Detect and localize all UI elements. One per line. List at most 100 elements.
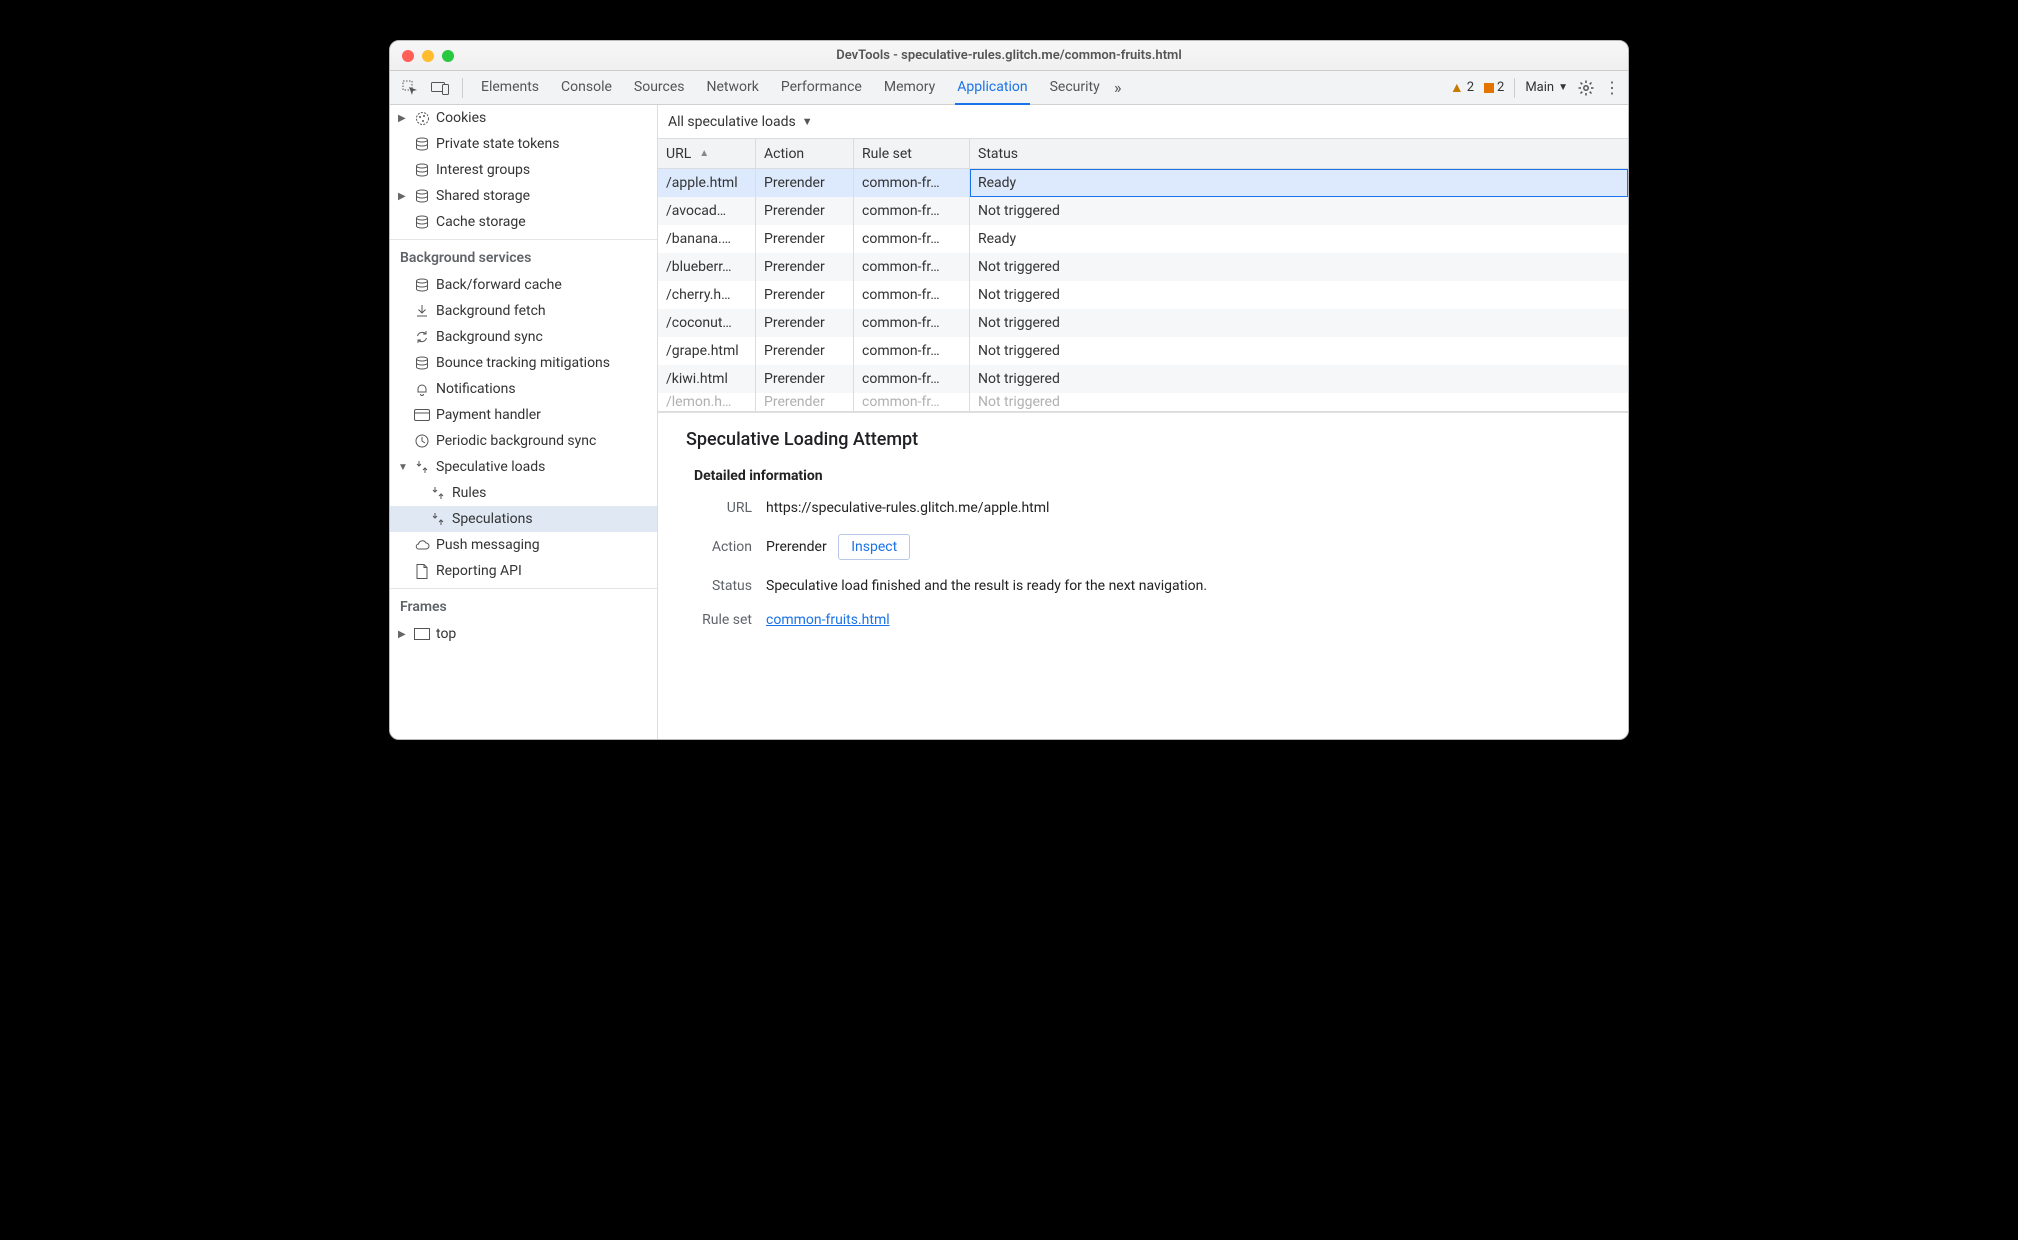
window-minimize-button[interactable] <box>422 50 434 62</box>
tab-sources[interactable]: Sources <box>632 71 687 104</box>
more-options-icon[interactable]: ⋮ <box>1604 78 1618 97</box>
column-header-action[interactable]: Action <box>756 139 854 168</box>
sidebar-item-label: Push messaging <box>436 537 540 553</box>
speculations-panel: All speculative loads ▼ URL ▲ Action Rul… <box>658 105 1628 739</box>
table-row[interactable]: /kiwi.htmlPrerendercommon-fr…Not trigger… <box>658 365 1628 393</box>
sidebar-item-speculations[interactable]: Speculations <box>390 506 657 532</box>
tab-application[interactable]: Application <box>955 71 1029 105</box>
sidebar-item-label: Periodic background sync <box>436 433 596 449</box>
sidebar-item-speculative-loads[interactable]: ▼Speculative loads <box>390 454 657 480</box>
cell-url: /apple.html <box>658 169 756 197</box>
sidebar-item-push-messaging[interactable]: Push messaging <box>390 532 657 558</box>
detail-subheading: Detailed information <box>694 468 1600 484</box>
tab-network[interactable]: Network <box>705 71 761 104</box>
detail-ruleset-link[interactable]: common-fruits.html <box>766 612 890 628</box>
card-icon <box>414 407 430 423</box>
table-row[interactable]: /lemon.h…Prerendercommon-fr…Not triggere… <box>658 393 1628 411</box>
column-header-url[interactable]: URL ▲ <box>658 139 756 168</box>
sidebar-item-periodic-background-sync[interactable]: Periodic background sync <box>390 428 657 454</box>
inspect-button[interactable]: Inspect <box>838 534 910 560</box>
inspect-element-icon[interactable] <box>396 76 424 100</box>
table-row[interactable]: /blueberr…Prerendercommon-fr…Not trigger… <box>658 253 1628 281</box>
cell-action: Prerender <box>756 253 854 281</box>
cloud-icon <box>414 537 430 553</box>
sidebar-item-label: Speculations <box>452 511 533 527</box>
expand-arrow-icon: ▶ <box>398 191 408 202</box>
spec-icon <box>430 485 446 501</box>
cell-status: Not triggered <box>970 309 1628 337</box>
sidebar-heading-frames: Frames <box>390 589 657 621</box>
tab-security[interactable]: Security <box>1048 71 1102 104</box>
sidebar-item-reporting-api[interactable]: Reporting API <box>390 558 657 584</box>
table-row[interactable]: /cherry.h…Prerendercommon-fr…Not trigger… <box>658 281 1628 309</box>
sidebar-item-payment-handler[interactable]: Payment handler <box>390 402 657 428</box>
cell-url: /banana.… <box>658 225 756 253</box>
sidebar-item-notifications[interactable]: Notifications <box>390 376 657 402</box>
cell-ruleset: common-fr… <box>854 393 970 411</box>
sidebar-item-shared-storage[interactable]: ▶Shared storage <box>390 183 657 209</box>
target-context-label: Main <box>1525 80 1554 95</box>
db-icon <box>414 214 430 230</box>
more-tabs-button[interactable]: » <box>1104 76 1132 100</box>
panel-tabstrip: Elements Console Sources Network Performance… <box>390 71 1628 105</box>
cell-status: Not triggered <box>970 281 1628 309</box>
sidebar-item-label: Payment handler <box>436 407 541 423</box>
expand-arrow-icon: ▶ <box>398 629 408 640</box>
window-close-button[interactable] <box>402 50 414 62</box>
table-row[interactable]: /grape.htmlPrerendercommon-fr…Not trigge… <box>658 337 1628 365</box>
settings-gear-icon[interactable] <box>1578 80 1594 96</box>
cell-status: Not triggered <box>970 337 1628 365</box>
sidebar-item-cache-storage[interactable]: Cache storage <box>390 209 657 235</box>
table-header-row: URL ▲ Action Rule set Status <box>658 139 1628 169</box>
warnings-indicator[interactable]: ▲ 2 <box>1450 79 1474 96</box>
column-header-ruleset[interactable]: Rule set <box>854 139 970 168</box>
warnings-count: 2 <box>1467 80 1474 95</box>
sidebar-item-interest-groups[interactable]: Interest groups <box>390 157 657 183</box>
sidebar-item-background-sync[interactable]: Background sync <box>390 324 657 350</box>
cell-url: /grape.html <box>658 337 756 365</box>
divider <box>1514 78 1515 98</box>
spec-icon <box>414 459 430 475</box>
speculations-table: URL ▲ Action Rule set Status /apple.html… <box>658 139 1628 412</box>
tab-elements[interactable]: Elements <box>479 71 541 104</box>
sidebar-item-label: Back/forward cache <box>436 277 562 293</box>
sidebar-item-rules[interactable]: Rules <box>390 480 657 506</box>
window-zoom-button[interactable] <box>442 50 454 62</box>
fetch-icon <box>414 303 430 319</box>
cell-status: Not triggered <box>970 393 1628 411</box>
target-context-dropdown[interactable]: Main ▼ <box>1525 80 1568 95</box>
cell-ruleset: common-fr… <box>854 337 970 365</box>
warning-icon: ▲ <box>1450 79 1464 96</box>
detail-url-label: URL <box>694 500 752 516</box>
speculations-filter-dropdown[interactable]: All speculative loads ▼ <box>658 105 1628 139</box>
sidebar-item-private-state-tokens[interactable]: Private state tokens <box>390 131 657 157</box>
filter-label: All speculative loads <box>668 114 796 130</box>
sidebar-item-background-fetch[interactable]: Background fetch <box>390 298 657 324</box>
sidebar-item-label: Cookies <box>436 110 486 126</box>
issues-indicator[interactable]: 2 <box>1484 80 1504 95</box>
tab-console[interactable]: Console <box>559 71 614 104</box>
tab-memory[interactable]: Memory <box>882 71 937 104</box>
sort-asc-icon: ▲ <box>699 148 709 159</box>
sidebar-item-frames-top[interactable]: ▶ top <box>390 621 657 647</box>
sidebar-item-cookies[interactable]: ▶Cookies <box>390 105 657 131</box>
sidebar-item-back-forward-cache[interactable]: Back/forward cache <box>390 272 657 298</box>
window-title: DevTools - speculative-rules.glitch.me/c… <box>390 48 1628 63</box>
sidebar-item-bounce-tracking-mitigations[interactable]: Bounce tracking mitigations <box>390 350 657 376</box>
divider <box>462 78 463 98</box>
table-row[interactable]: /coconut…Prerendercommon-fr…Not triggere… <box>658 309 1628 337</box>
table-row[interactable]: /avocad…Prerendercommon-fr…Not triggered <box>658 197 1628 225</box>
sync-icon <box>414 329 430 345</box>
cell-status: Not triggered <box>970 253 1628 281</box>
device-toolbar-icon[interactable] <box>426 76 454 100</box>
chevron-down-icon: ▼ <box>802 115 813 128</box>
cell-status: Not triggered <box>970 365 1628 393</box>
table-row[interactable]: /apple.htmlPrerendercommon-fr…Ready <box>658 169 1628 197</box>
clock-icon <box>414 433 430 449</box>
table-row[interactable]: /banana.…Prerendercommon-fr…Ready <box>658 225 1628 253</box>
collapse-arrow-icon: ▼ <box>398 462 408 473</box>
detail-action-label: Action <box>694 539 752 555</box>
column-header-status[interactable]: Status <box>970 139 1628 168</box>
tab-performance[interactable]: Performance <box>779 71 864 104</box>
cell-url: /blueberr… <box>658 253 756 281</box>
